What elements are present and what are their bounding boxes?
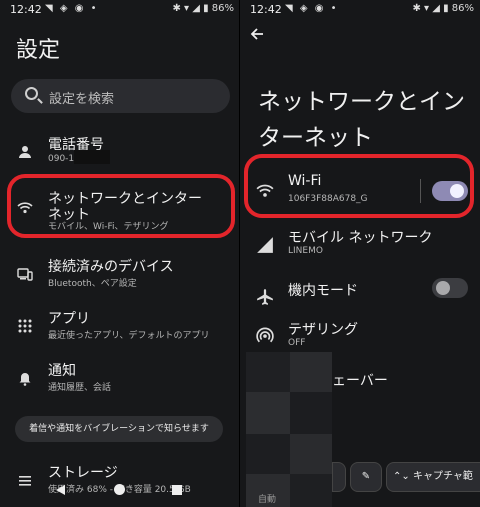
tethering-status: OFF (288, 338, 306, 348)
mobile-network-title: モバイル ネットワーク (288, 230, 433, 246)
separator (420, 179, 421, 203)
settings-panel: 12:42 ◥ ◈ ◉ • ✱ ▾ ◢ ▮ 86% 設定 設定を検索 電話番号 … (0, 0, 240, 507)
navigation-bar (0, 482, 240, 500)
redaction-block (290, 352, 332, 392)
wifi-item[interactable]: Wi-Fi 106F3F88A678_G (240, 170, 480, 214)
page-title: ネットワークとインターネット (258, 89, 465, 151)
settings-item-subtitle: 通知履歴、会話 (48, 383, 112, 393)
redaction-block (290, 434, 332, 474)
wifi-title: Wi-Fi (288, 173, 322, 189)
toolbar-pill-edge (332, 462, 346, 492)
mobile-network-carrier: LINEMO (288, 246, 323, 256)
settings-item-title: アプリ (48, 311, 90, 327)
expand-icon: ⌃⌄ (393, 471, 410, 482)
wifi-network-name: 106F3F88A678_G (288, 194, 368, 204)
settings-item-subtitle: Bluetooth、ペア設定 (48, 279, 137, 289)
search-icon (25, 87, 38, 100)
nav-recents-icon[interactable] (172, 485, 182, 495)
airplane-mode-title: 機内モード (288, 283, 358, 299)
nav-back-icon[interactable] (56, 485, 65, 495)
edit-icon: ✎ (361, 471, 371, 482)
settings-item-subtitle: 最近使ったアプリ、デフォルトのアプリ (48, 331, 210, 341)
toast-message: 着信や通知をバイブレーションで知らせます (15, 416, 223, 442)
settings-item-title: 通知 (48, 363, 76, 379)
toggle-knob (450, 184, 464, 198)
settings-search-bar[interactable]: 設定を検索 (11, 79, 230, 113)
settings-item-network[interactable]: ネットワークとインター ネット モバイル、Wi-Fi、テザリング (0, 184, 240, 232)
mobile-network-item[interactable]: モバイル ネットワーク LINEMO (240, 224, 480, 268)
private-dns-title: ェーバー (332, 373, 388, 389)
settings-item-notifications[interactable]: 通知 通知履歴、会話 (0, 356, 240, 402)
toggle-knob (436, 281, 450, 295)
status-right-icons: ✱ ▾ ◢ ▮ 86% (172, 3, 234, 14)
redaction-block (290, 474, 332, 507)
capture-range-button[interactable]: ⌃⌄ キャプチャ範 (386, 462, 480, 492)
redaction-block (290, 392, 332, 434)
status-time: 12:42 (250, 3, 282, 16)
settings-item-connected-devices[interactable]: 接続済みのデバイス Bluetooth、ペア設定 (0, 252, 240, 298)
notification-icons: ◥ ◈ ◉ • (285, 3, 339, 14)
bottom-partial-text: 自動 (258, 495, 277, 505)
redaction-block (246, 392, 290, 434)
status-bar: 12:42 ◥ ◈ ◉ • ✱ ▾ ◢ ▮ 86% (240, 0, 480, 20)
tethering-title: テザリング (288, 322, 358, 338)
bell-icon (17, 370, 33, 386)
wifi-icon (256, 182, 274, 200)
settings-item-phone-number[interactable]: 電話番号 090-1 (0, 130, 240, 176)
apps-icon (17, 318, 33, 334)
redaction-block (74, 150, 110, 164)
notification-icons: ◥ ◈ ◉ • (45, 3, 99, 14)
capture-range-label: キャプチャ範 (412, 471, 473, 482)
wifi-toggle[interactable] (432, 181, 468, 201)
redaction-block (246, 352, 290, 392)
person-icon (17, 144, 33, 160)
network-panel: 12:42 ◥ ◈ ◉ • ✱ ▾ ◢ ▮ 86% ネットワークとインターネット… (240, 0, 480, 507)
settings-item-apps[interactable]: アプリ 最近使ったアプリ、デフォルトのアプリ (0, 304, 240, 350)
nav-home-icon[interactable] (114, 484, 125, 495)
redaction-block (246, 434, 290, 474)
devices-icon (17, 266, 33, 282)
airplane-mode-toggle[interactable] (432, 278, 468, 298)
back-arrow-icon[interactable] (250, 25, 264, 46)
edit-button[interactable]: ✎ (350, 462, 382, 492)
settings-item-title: ストレージ (48, 465, 118, 481)
wifi-icon (17, 200, 33, 216)
settings-item-subtitle: 090-1 (48, 154, 75, 164)
settings-item-subtitle: モバイル、Wi-Fi、テザリング (48, 222, 169, 232)
status-right-icons: ✱ ▾ ◢ ▮ 86% (412, 3, 474, 14)
airplane-icon (256, 288, 274, 306)
airplane-mode-item[interactable]: 機内モード (240, 276, 480, 320)
signal-icon (256, 236, 274, 254)
search-placeholder: 設定を検索 (49, 92, 115, 107)
status-time: 12:42 (10, 3, 42, 16)
status-bar: 12:42 ◥ ◈ ◉ • ✱ ▾ ◢ ▮ 86% (0, 0, 240, 20)
hotspot-icon (256, 326, 274, 344)
settings-item-title: 接続済みのデバイス (48, 259, 174, 275)
page-title: 設定 (16, 38, 61, 63)
